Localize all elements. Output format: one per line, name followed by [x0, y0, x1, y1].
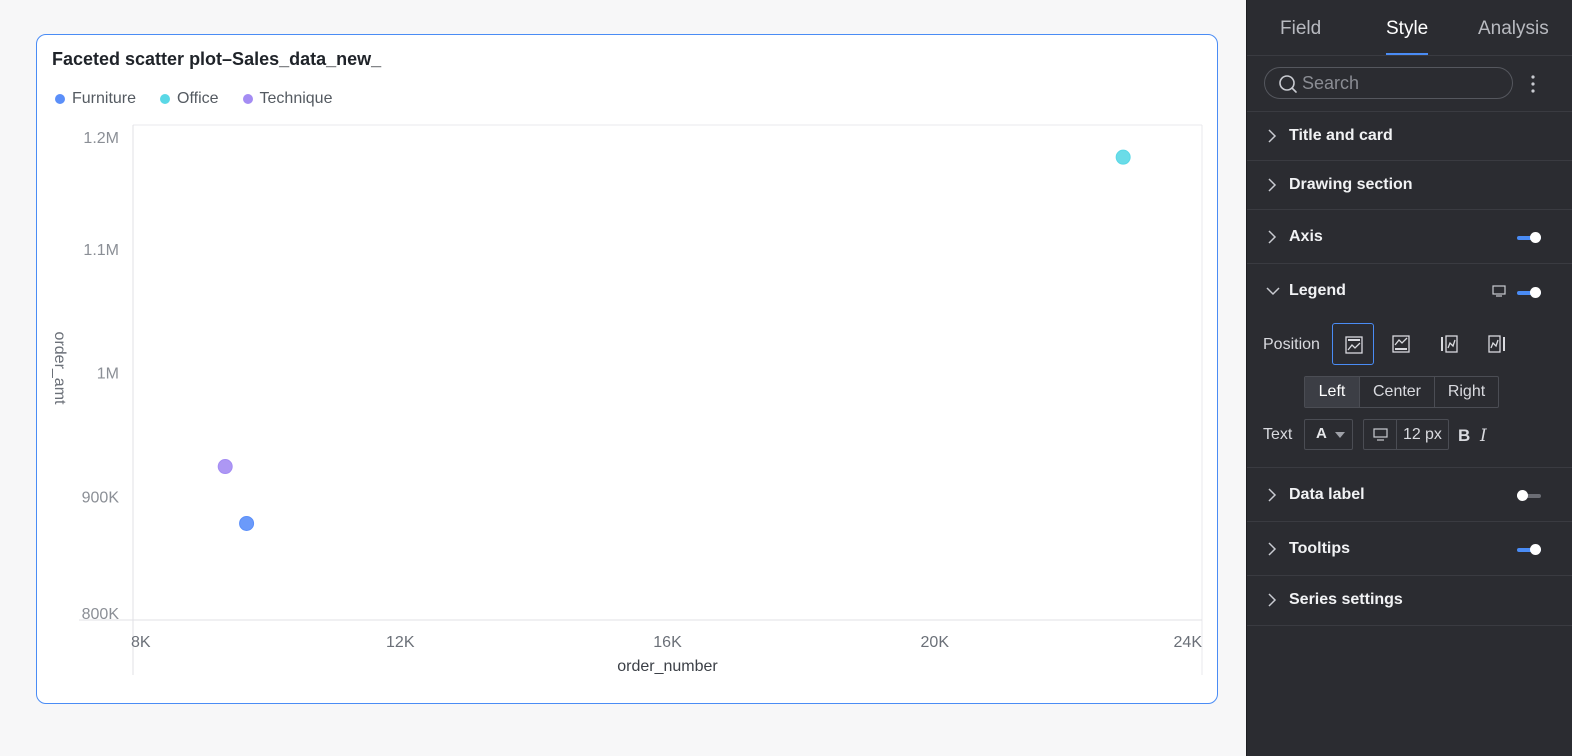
font-size-field[interactable]: 12 px [1363, 419, 1449, 450]
font-size-unit: px [1425, 426, 1442, 443]
tab-style[interactable]: Style [1386, 18, 1428, 40]
section-drawing-header[interactable]: Drawing section [1247, 161, 1572, 209]
x-tick-label: 12K [386, 634, 415, 651]
legend-bottom-icon [1392, 335, 1410, 353]
legend-position-bottom-button[interactable] [1380, 323, 1422, 365]
section-drawing: Drawing section [1247, 161, 1572, 210]
data-point-office [1115, 149, 1131, 165]
section-axis: Axis [1247, 210, 1572, 264]
chevron-right-icon [1268, 593, 1277, 607]
align-left-button[interactable]: Left [1305, 377, 1360, 407]
data-label-toggle[interactable] [1517, 490, 1541, 502]
axis-toggle[interactable] [1517, 232, 1541, 244]
legend-toggle[interactable] [1517, 287, 1541, 299]
italic-button[interactable]: I [1480, 426, 1487, 446]
y-tick-label: 1M [97, 366, 119, 383]
legend-align-group: Left Center Right [1304, 376, 1499, 408]
section-label: Legend [1289, 282, 1346, 299]
section-label: Drawing section [1289, 176, 1413, 193]
tab-analysis[interactable]: Analysis [1478, 18, 1549, 40]
section-title-and-card: Title and card [1247, 112, 1572, 161]
legend-position-left-button[interactable] [1428, 323, 1470, 365]
chevron-right-icon [1268, 542, 1277, 556]
search-input[interactable] [1302, 72, 1502, 94]
search-icon [1279, 75, 1297, 93]
legend-top-icon [1345, 336, 1363, 354]
scatter-plot: 800K 900K 1M 1.1M 1.2M 8K 12K 16K 20K 24K order_nu… [51, 124, 1203, 675]
chart-card[interactable]: Faceted scatter plot–Sales_data_new_ Fur… [36, 34, 1218, 704]
legend-left-icon [1441, 335, 1458, 353]
y-tick-label: 800K [82, 606, 120, 623]
position-label: Position [1263, 336, 1320, 353]
section-label: Series settings [1289, 591, 1403, 608]
chevron-right-icon [1268, 129, 1277, 143]
section-series-settings: Series settings [1247, 576, 1572, 626]
tooltips-toggle[interactable] [1517, 544, 1541, 556]
caret-down-icon [1335, 432, 1345, 438]
x-axis-title: order_number [617, 658, 718, 675]
font-color-dropdown[interactable]: A [1304, 419, 1353, 450]
search-box[interactable] [1264, 67, 1513, 99]
y-tick-label: 1.1M [83, 242, 119, 259]
section-label: Tooltips [1289, 540, 1351, 557]
font-size-value: 12 [1403, 426, 1421, 443]
align-right-button[interactable]: Right [1435, 377, 1498, 407]
legend-right-icon [1488, 335, 1505, 353]
bold-button[interactable]: B [1458, 426, 1470, 446]
monitor-icon[interactable] [1492, 285, 1506, 297]
align-center-button[interactable]: Center [1360, 377, 1435, 407]
more-options-icon[interactable] [1528, 72, 1538, 96]
section-title-and-card-header[interactable]: Title and card [1247, 112, 1572, 160]
active-tab-indicator [1386, 53, 1428, 55]
chevron-down-icon [1266, 287, 1280, 296]
section-legend: Legend Position Left Center Right Text A… [1247, 264, 1572, 468]
section-series-settings-header[interactable]: Series settings [1247, 576, 1572, 624]
tab-field[interactable]: Field [1280, 18, 1321, 40]
section-label: Data label [1289, 486, 1365, 503]
section-label: Axis [1289, 228, 1323, 245]
x-tick-label: 24K [1174, 634, 1203, 651]
text-label: Text [1263, 426, 1293, 443]
section-data-label: Data label [1247, 468, 1572, 522]
chevron-right-icon [1268, 178, 1277, 192]
x-tick-label: 8K [131, 634, 151, 651]
search-row [1247, 56, 1572, 112]
monitor-icon [1373, 428, 1388, 441]
data-point-furniture [239, 515, 255, 531]
chevron-right-icon [1268, 230, 1277, 244]
y-tick-label: 1.2M [83, 130, 119, 147]
font-color-glyph: A [1316, 425, 1327, 442]
section-label: Title and card [1289, 127, 1393, 144]
x-tick-label: 20K [921, 634, 950, 651]
legend-position-top-button[interactable] [1332, 323, 1374, 365]
data-point-technique [217, 459, 233, 475]
style-panel: Field Style Analysis Title and card Dra [1246, 0, 1572, 756]
legend-position-right-button[interactable] [1476, 323, 1518, 365]
y-axis-title: order_amt [51, 332, 68, 405]
chevron-right-icon [1268, 488, 1277, 502]
y-tick-label: 900K [82, 489, 120, 506]
x-tick-label: 16K [653, 634, 682, 651]
section-tooltips: Tooltips [1247, 522, 1572, 576]
panel-tabs: Field Style Analysis [1247, 0, 1572, 56]
